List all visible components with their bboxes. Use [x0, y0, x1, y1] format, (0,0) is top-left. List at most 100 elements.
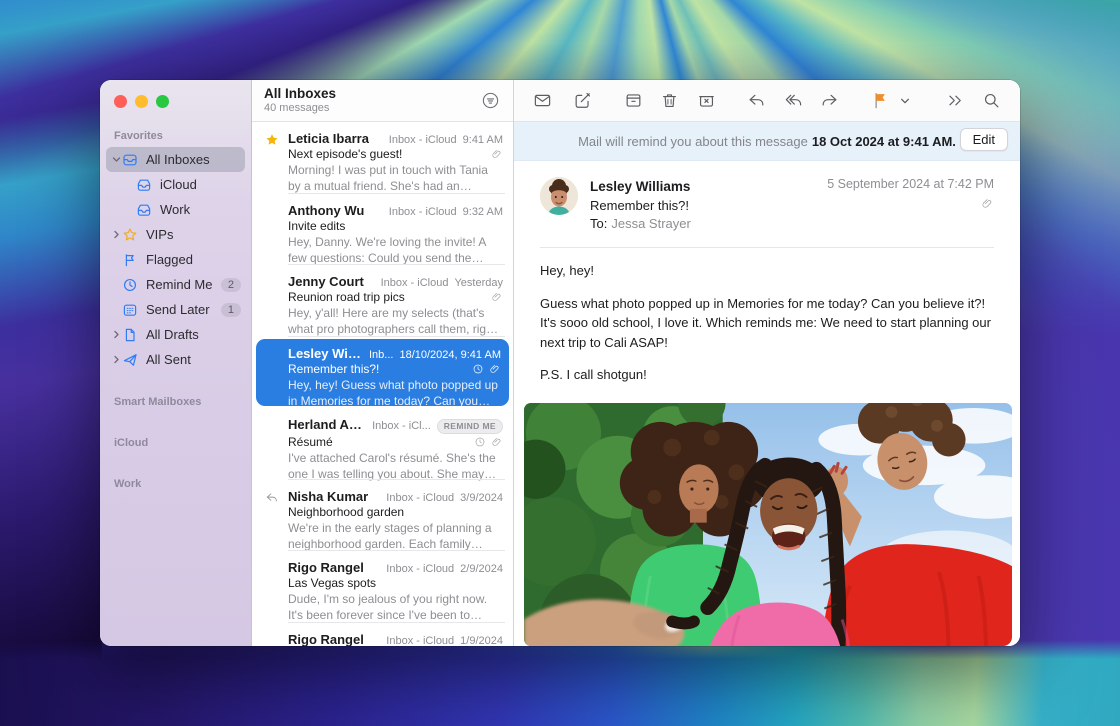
- trash-icon[interactable]: [658, 88, 683, 114]
- message-list: All Inboxes 40 messages Leticia IbarraIn…: [252, 80, 514, 646]
- body-paragraph: P.S. I call shotgun!: [540, 365, 994, 385]
- icloud-section-header[interactable]: iCloud: [100, 429, 251, 454]
- sender-name: Nisha Kumar: [288, 489, 368, 504]
- reminder-clock-icon: [474, 436, 486, 448]
- sidebar-item-label: All Sent: [146, 352, 241, 367]
- to-label: To:: [590, 216, 607, 231]
- sender-name: Rigo Rangel: [288, 560, 364, 575]
- message-date: 3/9/2024: [460, 492, 503, 504]
- wallpaper-left-band: [0, 0, 102, 726]
- inbox-tray-icon: [136, 177, 154, 193]
- get-mail-icon[interactable]: [530, 88, 555, 114]
- sidebar-item-send-later[interactable]: Send Later 1: [106, 297, 245, 322]
- sidebar-item-all-drafts[interactable]: All Drafts: [106, 322, 245, 347]
- mail-window: Favorites All Inboxes iCloud Work VIPs: [100, 80, 1020, 646]
- desktop: Favorites All Inboxes iCloud Work VIPs: [0, 0, 1120, 726]
- mailbox-label: Inbox - iCloud: [389, 134, 457, 146]
- sidebar-item-label: VIPs: [146, 227, 241, 242]
- more-icon[interactable]: [943, 88, 968, 114]
- reply-icon[interactable]: [745, 88, 770, 114]
- message-list-item[interactable]: Rigo RangelInbox - iCloud1/9/2024: [252, 623, 513, 647]
- flag-chevron-icon[interactable]: [893, 88, 918, 114]
- message-subject: Remember this?!: [288, 362, 466, 376]
- flag-icon: [122, 252, 140, 268]
- message-list-item[interactable]: Anthony WuInbox - iCloud9:32 AM Invite e…: [252, 194, 513, 266]
- message-date: 9:41 AM: [463, 134, 503, 146]
- sidebar-item-label: Flagged: [146, 252, 241, 267]
- sender-avatar[interactable]: [540, 177, 578, 215]
- sidebar-item-label: iCloud: [160, 177, 241, 192]
- star-icon: [122, 227, 140, 243]
- sender-name: Leticia Ibarra: [288, 131, 369, 146]
- close-button[interactable]: [114, 95, 127, 108]
- message-list-item[interactable]: Jenny CourtInbox - iCloudYesterday Reuni…: [252, 265, 513, 337]
- sidebar-item-work-inbox[interactable]: Work: [106, 197, 245, 222]
- message-preview: Hey, hey! Guess what photo popped up in …: [288, 377, 501, 409]
- star-icon: [265, 133, 279, 147]
- message-subject: Résumé: [288, 435, 468, 449]
- selfie-photo-illustration: [524, 403, 1012, 646]
- reply-all-icon[interactable]: [781, 88, 806, 114]
- sidebar-item-flagged[interactable]: Flagged: [106, 247, 245, 272]
- message-date: 18/10/2024, 9:41 AM: [399, 349, 501, 361]
- work-section-header[interactable]: Work: [100, 470, 251, 495]
- attachment-indicator[interactable]: [827, 197, 994, 210]
- message-rows: Leticia IbarraInbox - iCloud9:41 AM Next…: [252, 122, 513, 646]
- forward-icon[interactable]: [818, 88, 843, 114]
- inbox-tray-icon: [122, 152, 140, 168]
- favorites-header: Favorites: [100, 122, 251, 147]
- message-list-item[interactable]: Rigo Rangel Inbox - iCloud 2/9/2024 Las Ve…: [252, 551, 513, 623]
- sidebar-item-label: All Drafts: [146, 327, 241, 342]
- paper-plane-icon: [122, 352, 140, 368]
- message-list-item[interactable]: Herland AntezanaInbox - iCl...REMIND ME …: [252, 408, 513, 480]
- message-list-item[interactable]: Nisha KumarInbox - iCloud3/9/2024 Neighb…: [252, 480, 513, 552]
- reminder-banner: Mail will remind you about this message …: [514, 122, 1020, 161]
- chevron-right-icon[interactable]: [110, 355, 122, 364]
- message-preview: Hey, y'all! Here are my selects (that's …: [288, 305, 503, 337]
- window-controls: [100, 80, 251, 122]
- chevron-right-icon[interactable]: [110, 330, 122, 339]
- message-date: 2/9/2024: [460, 563, 503, 575]
- minimize-button[interactable]: [135, 95, 148, 108]
- compose-icon[interactable]: [571, 88, 596, 114]
- message-list-item-selected[interactable]: Lesley Will...Inb...18/10/2024, 9:41 AM …: [256, 339, 509, 406]
- flag-icon[interactable]: [868, 88, 893, 114]
- mailbox-label: Inbox - iCloud: [386, 492, 454, 504]
- message-date: Yesterday: [454, 277, 503, 289]
- photo-attachment[interactable]: [524, 403, 1012, 646]
- search-icon[interactable]: [980, 88, 1005, 114]
- message-date: 9:32 AM: [463, 206, 503, 218]
- mailbox-label: Inbox - iCloud: [386, 563, 454, 575]
- mailbox-label: Inbox - iCloud: [381, 277, 449, 289]
- message-preview: Hey, Danny. We're loving the invite! A f…: [288, 234, 503, 266]
- wallpaper-bottom-band: [0, 640, 1120, 726]
- message-preview: Dude, I'm so jealous of you right now. I…: [288, 591, 503, 623]
- paperclip-icon: [491, 436, 503, 448]
- sidebar-item-all-sent[interactable]: All Sent: [106, 347, 245, 372]
- message-detail-pane: Mail will remind you about this message …: [514, 80, 1020, 646]
- replied-arrow-icon: [265, 491, 279, 505]
- document-icon: [122, 327, 140, 343]
- mailbox-label: Inb...: [369, 349, 393, 361]
- sidebar-item-icloud-inbox[interactable]: iCloud: [106, 172, 245, 197]
- edit-reminder-button[interactable]: Edit: [960, 128, 1008, 151]
- detail-subject: Remember this?!: [590, 197, 691, 216]
- sender-name: Rigo Rangel: [288, 632, 364, 647]
- sidebar-item-vips[interactable]: VIPs: [106, 222, 245, 247]
- chevron-right-icon[interactable]: [110, 230, 122, 239]
- archive-icon[interactable]: [621, 88, 646, 114]
- reminder-clock-icon: [472, 363, 484, 375]
- zoom-button[interactable]: [156, 95, 169, 108]
- message-list-item[interactable]: Leticia IbarraInbox - iCloud9:41 AM Next…: [252, 122, 513, 194]
- message-count: 40 messages: [264, 102, 479, 115]
- message-subject: Las Vegas spots: [288, 576, 503, 590]
- paperclip-icon: [491, 291, 503, 303]
- message-preview: Morning! I was put in touch with Tania b…: [288, 162, 503, 194]
- filter-icon[interactable]: [479, 90, 501, 112]
- sidebar-item-remind-me[interactable]: Remind Me 2: [106, 272, 245, 297]
- sidebar-item-all-inboxes[interactable]: All Inboxes: [106, 147, 245, 172]
- body-paragraph: Hey, hey!: [540, 261, 994, 281]
- message-subject: Invite edits: [288, 219, 503, 233]
- junk-icon[interactable]: [694, 88, 719, 114]
- chevron-down-icon[interactable]: [110, 155, 122, 164]
